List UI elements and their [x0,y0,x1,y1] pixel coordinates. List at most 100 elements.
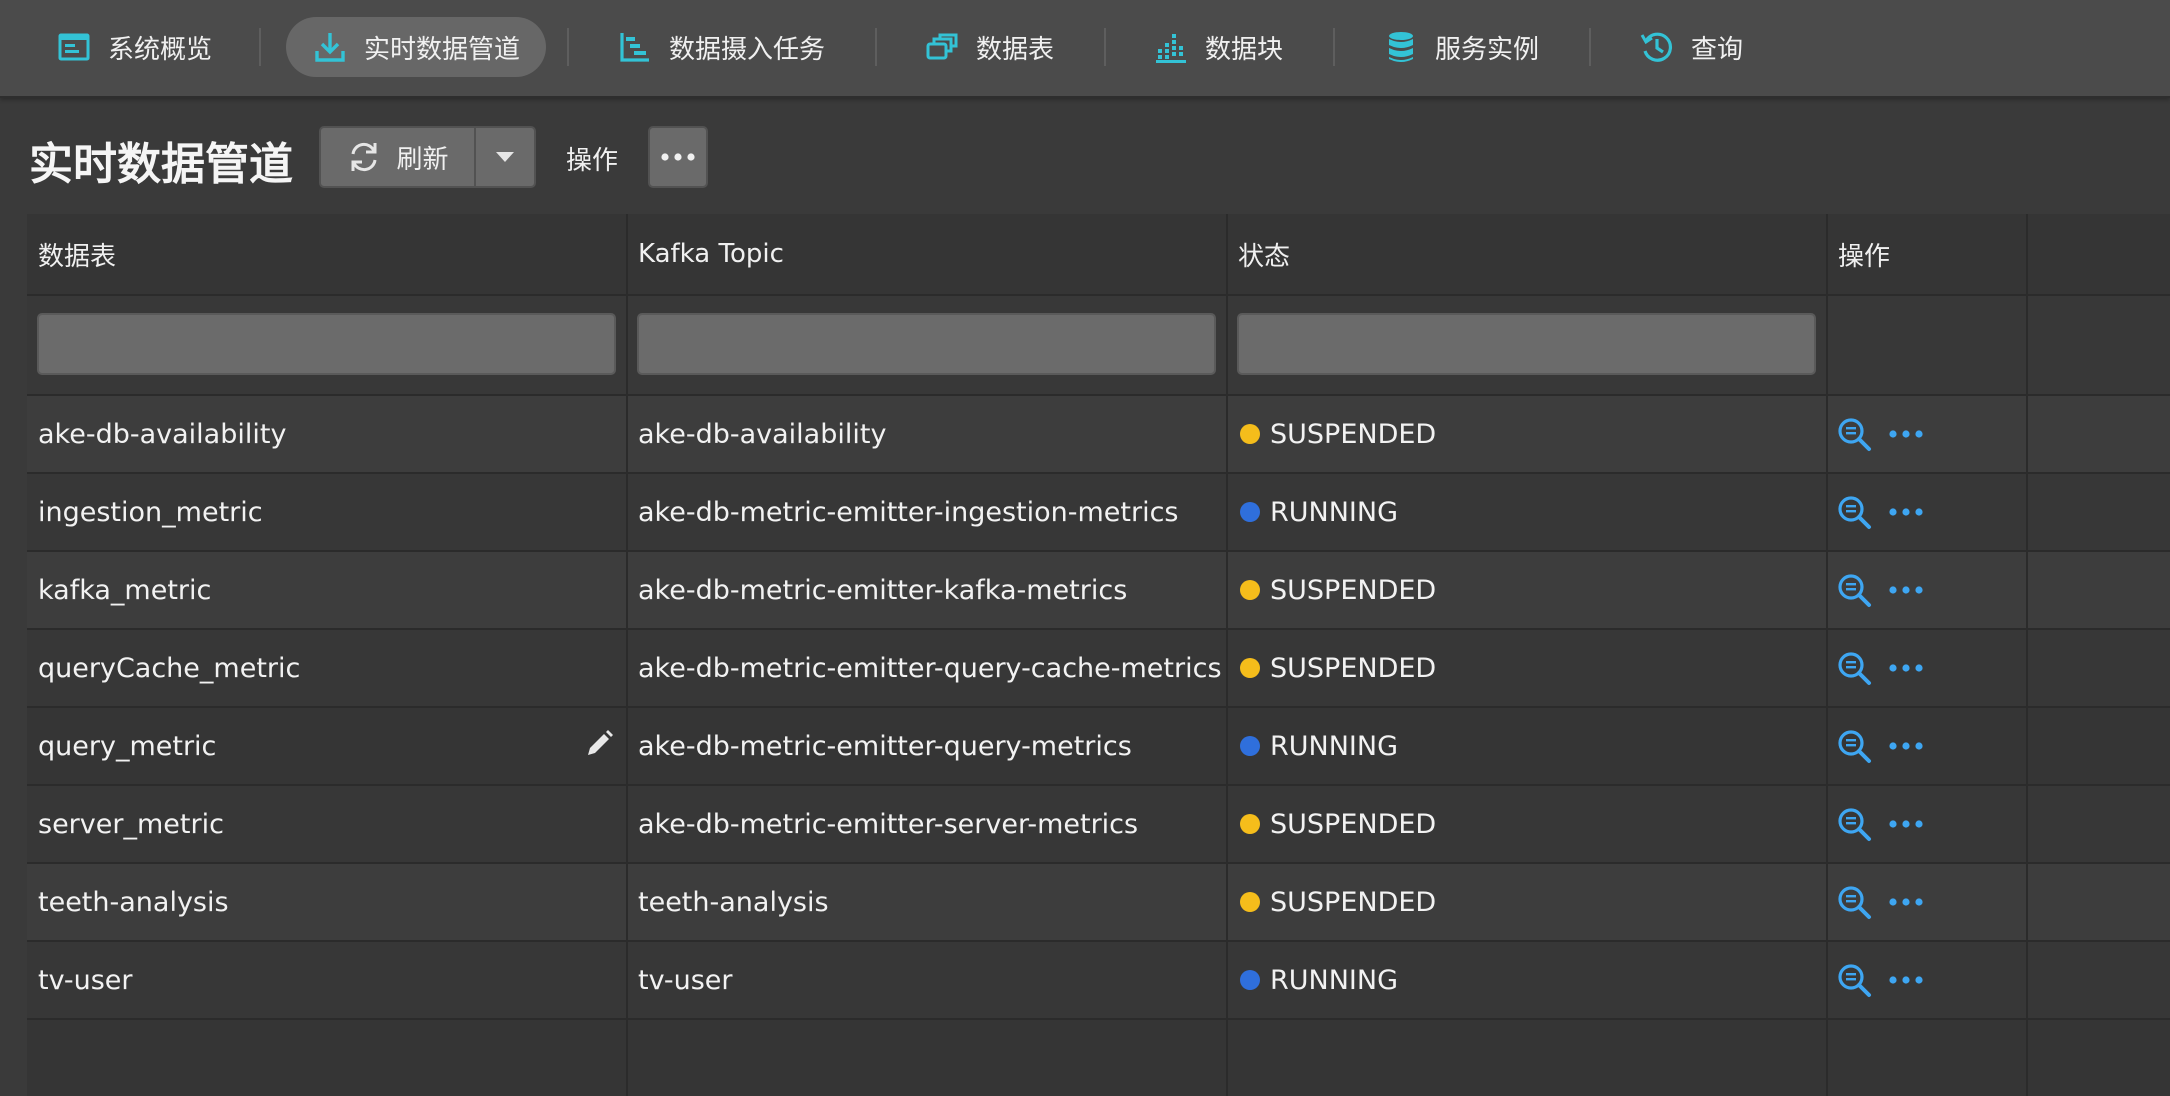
kafka-topic-name: ake-db-availability [638,418,887,450]
kafka-topic-name: ake-db-metric-emitter-query-cache-metric… [638,652,1222,684]
ellipsis-icon[interactable] [1888,884,1924,920]
ellipsis-icon[interactable] [1888,962,1924,998]
actions-label: 操作 [566,146,619,176]
kafka-topic-name: teeth-analysis [638,886,829,918]
refresh-button[interactable]: 刷新 [321,128,476,186]
kafka-topic-cell: ake-db-metric-emitter-server-metrics [627,786,1227,862]
status-cell: RUNNING [1227,474,1827,550]
status-text: SUSPENDED [1270,652,1437,684]
datasource-filter-input[interactable] [37,313,616,375]
row-actions [1836,786,1924,862]
table-row[interactable]: kafka_metric ake-db-metric-emitter-kafka-… [27,552,2170,630]
table-row[interactable]: queryCache_metric ake-db-metric-emitter-q… [27,630,2170,708]
datasource-cell[interactable]: server_metric [27,786,627,862]
nav-item-ingestion-tasks[interactable]: 数据摄入任务 [591,17,851,77]
more-actions-button[interactable] [648,126,708,188]
column-header-status[interactable]: 状态 [1227,214,1827,294]
ellipsis-icon[interactable] [1888,806,1924,842]
status-dot-icon [1240,580,1260,600]
pipelines-table: 数据表 Kafka Topic 状态 操作 ake-db-availabilit… [27,214,2170,1096]
database-icon [1383,29,1419,65]
search-details-icon[interactable] [1836,572,1872,608]
row-actions [1836,552,1924,628]
search-details-icon[interactable] [1836,728,1872,764]
table-row[interactable]: teeth-analysis teeth-analysis SUSPENDED [27,864,2170,942]
kafka-topic-name: ake-db-metric-emitter-query-metrics [638,730,1132,762]
ellipsis-icon[interactable] [1888,494,1924,530]
nav-item-services[interactable]: 服务实例 [1357,17,1565,77]
datasource-cell[interactable]: queryCache_metric [27,630,627,706]
kafka-topic-name: ake-db-metric-emitter-ingestion-metrics [638,496,1179,528]
caret-down-icon [496,152,514,162]
stacked-windows-icon [924,29,960,65]
nav-item-datasources[interactable]: 数据表 [898,17,1080,77]
nav-item-label: 数据块 [1205,34,1284,65]
search-details-icon[interactable] [1836,494,1872,530]
status-dot-icon [1240,658,1260,678]
table-row[interactable]: server_metric ake-db-metric-emitter-serve… [27,786,2170,864]
datasource-name: queryCache_metric [38,652,301,684]
download-icon [312,29,348,65]
column-divider [2026,214,2028,1096]
status-text: RUNNING [1270,730,1398,762]
nav-item-label: 服务实例 [1435,34,1540,65]
refresh-options-dropdown[interactable] [476,128,534,186]
table-row[interactable]: query_metric ake-db-metric-emitter-query-… [27,708,2170,786]
kafka-topic-name: ake-db-metric-emitter-kafka-metrics [638,574,1128,606]
nav-divider [1589,28,1591,66]
row-actions [1836,708,1924,784]
column-header-actions: 操作 [1838,241,1891,272]
datasource-cell[interactable]: kafka_metric [27,552,627,628]
page-title: 实时数据管道 [29,139,293,190]
status-text: RUNNING [1270,964,1398,996]
table-row[interactable]: ake-db-availability ake-db-availability SU… [27,396,2170,474]
nav-item-segments[interactable]: 数据块 [1127,17,1309,77]
datasource-cell[interactable]: query_metric [27,708,627,784]
search-details-icon[interactable] [1836,416,1872,452]
ellipsis-icon[interactable] [1888,416,1924,452]
datasource-cell[interactable]: tv-user [27,942,627,1018]
ellipsis-icon[interactable] [1888,650,1924,686]
nav-divider [875,28,877,66]
topic-filter-input[interactable] [637,313,1216,375]
table-row[interactable]: ingestion_metric ake-db-metric-emitter-in… [27,474,2170,552]
kafka-topic-cell: ake-db-metric-emitter-query-metrics [627,708,1227,784]
nav-item-query[interactable]: 查询 [1613,17,1769,77]
datasource-cell[interactable]: ake-db-availability [27,396,627,472]
search-details-icon[interactable] [1836,806,1872,842]
table-row[interactable]: tv-user tv-user RUNNING [27,942,2170,1020]
status-cell: SUSPENDED [1227,552,1827,628]
nav-item-label: 系统概览 [108,34,213,65]
pencil-icon[interactable] [583,728,615,760]
filter-row [27,296,2170,394]
row-actions [1836,396,1924,472]
datasource-cell[interactable]: ingestion_metric [27,474,627,550]
nav-item-streaming-pipelines[interactable]: 实时数据管道 [286,17,547,77]
status-cell: SUSPENDED [1227,786,1827,862]
column-divider [1826,214,1828,1096]
status-text: SUSPENDED [1270,886,1437,918]
status-cell: SUSPENDED [1227,396,1827,472]
status-cell: RUNNING [1227,708,1827,784]
nav-item-overview[interactable]: 系统概览 [30,17,238,77]
column-header-kafka-topic[interactable]: Kafka Topic [627,214,1227,294]
datasource-name: teeth-analysis [38,886,229,918]
column-header-datasource[interactable]: 数据表 [27,214,627,294]
search-details-icon[interactable] [1836,650,1872,686]
datasource-name: server_metric [38,808,224,840]
task-tree-icon [617,29,653,65]
ellipsis-icon[interactable] [1888,572,1924,608]
status-dot-icon [1240,892,1260,912]
datasource-name: kafka_metric [38,574,212,606]
status-dot-icon [1240,970,1260,990]
datasource-cell[interactable]: teeth-analysis [27,864,627,940]
top-navigation-bar: 系统概览 实时数据管道 数据摄入任务 数据表 数据块 服务实例 查询 [0,0,2170,98]
status-dot-icon [1240,814,1260,834]
ellipsis-icon [661,153,695,161]
status-text: SUSPENDED [1270,574,1437,606]
status-filter-input[interactable] [1237,313,1816,375]
search-details-icon[interactable] [1836,884,1872,920]
search-details-icon[interactable] [1836,962,1872,998]
ellipsis-icon[interactable] [1888,728,1924,764]
datasource-name: ingestion_metric [38,496,263,528]
